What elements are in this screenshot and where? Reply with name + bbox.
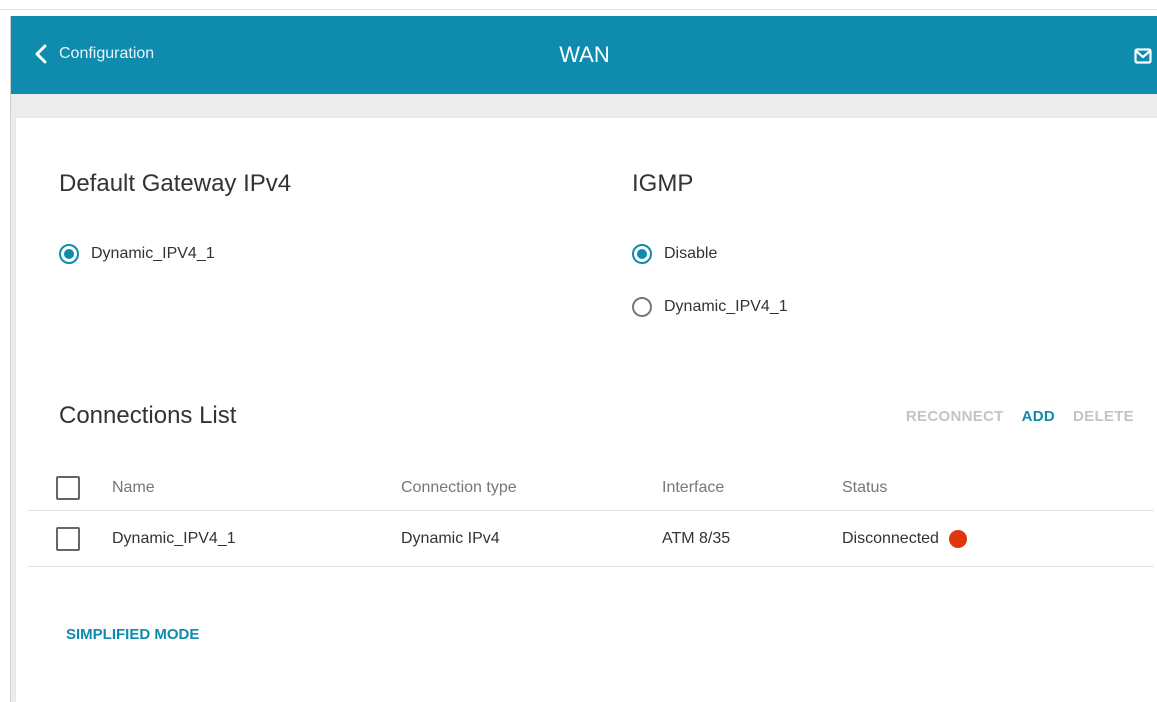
row-connection-type: Dynamic IPv4 (401, 530, 500, 547)
radio-checked-icon (632, 244, 652, 264)
gateway-title: Default Gateway IPv4 (59, 170, 292, 197)
page-title: WAN (559, 42, 610, 67)
reconnect-button[interactable]: RECONNECT (906, 408, 1004, 425)
igmp-title: IGMP (632, 170, 694, 197)
add-button[interactable]: ADD (1022, 408, 1055, 425)
connections-actions: RECONNECT ADD DELETE (906, 408, 1134, 425)
row-status-text: Disconnected (842, 530, 939, 547)
igmp-radio-label: Disable (664, 245, 718, 262)
table-header-row: Name Connection type Interface Status (28, 468, 1154, 510)
header-bar: Configuration WAN (11, 16, 1157, 94)
top-divider (0, 9, 1157, 10)
select-all-checkbox[interactable] (56, 476, 80, 500)
connections-table: Name Connection type Interface Status Dy… (28, 468, 1154, 567)
mail-button[interactable] (1134, 48, 1152, 69)
table-row[interactable]: Dynamic_IPV4_1 Dynamic IPv4 ATM 8/35 Dis… (28, 510, 1154, 567)
column-header-connection-type: Connection type (401, 479, 517, 496)
radio-checked-icon (59, 244, 79, 264)
row-status: Disconnected (842, 530, 967, 548)
connections-title: Connections List (59, 402, 237, 429)
status-dot-icon (948, 530, 967, 548)
igmp-radio-label: Dynamic_IPV4_1 (664, 298, 788, 315)
column-header-interface: Interface (662, 479, 725, 496)
igmp-radio-disable[interactable]: Disable (632, 244, 717, 264)
igmp-radio-dynamic[interactable]: Dynamic_IPV4_1 (632, 297, 788, 317)
radio-unchecked-icon (632, 297, 652, 317)
mail-icon (1134, 48, 1152, 64)
row-name: Dynamic_IPV4_1 (112, 530, 236, 547)
column-header-status: Status (842, 479, 888, 496)
column-header-name: Name (112, 479, 155, 496)
gateway-radio-label: Dynamic_IPV4_1 (91, 245, 215, 262)
row-interface: ATM 8/35 (662, 530, 731, 547)
delete-button[interactable]: DELETE (1073, 408, 1134, 425)
simplified-mode-link[interactable]: SIMPLIFIED MODE (66, 626, 199, 643)
content-card: Default Gateway IPv4 Dynamic_IPV4_1 IGMP… (16, 118, 1157, 702)
row-checkbox[interactable] (56, 527, 80, 551)
app-frame: Configuration WAN Default Gateway IPv4 D… (10, 16, 1157, 702)
gateway-radio-dynamic[interactable]: Dynamic_IPV4_1 (59, 244, 215, 264)
